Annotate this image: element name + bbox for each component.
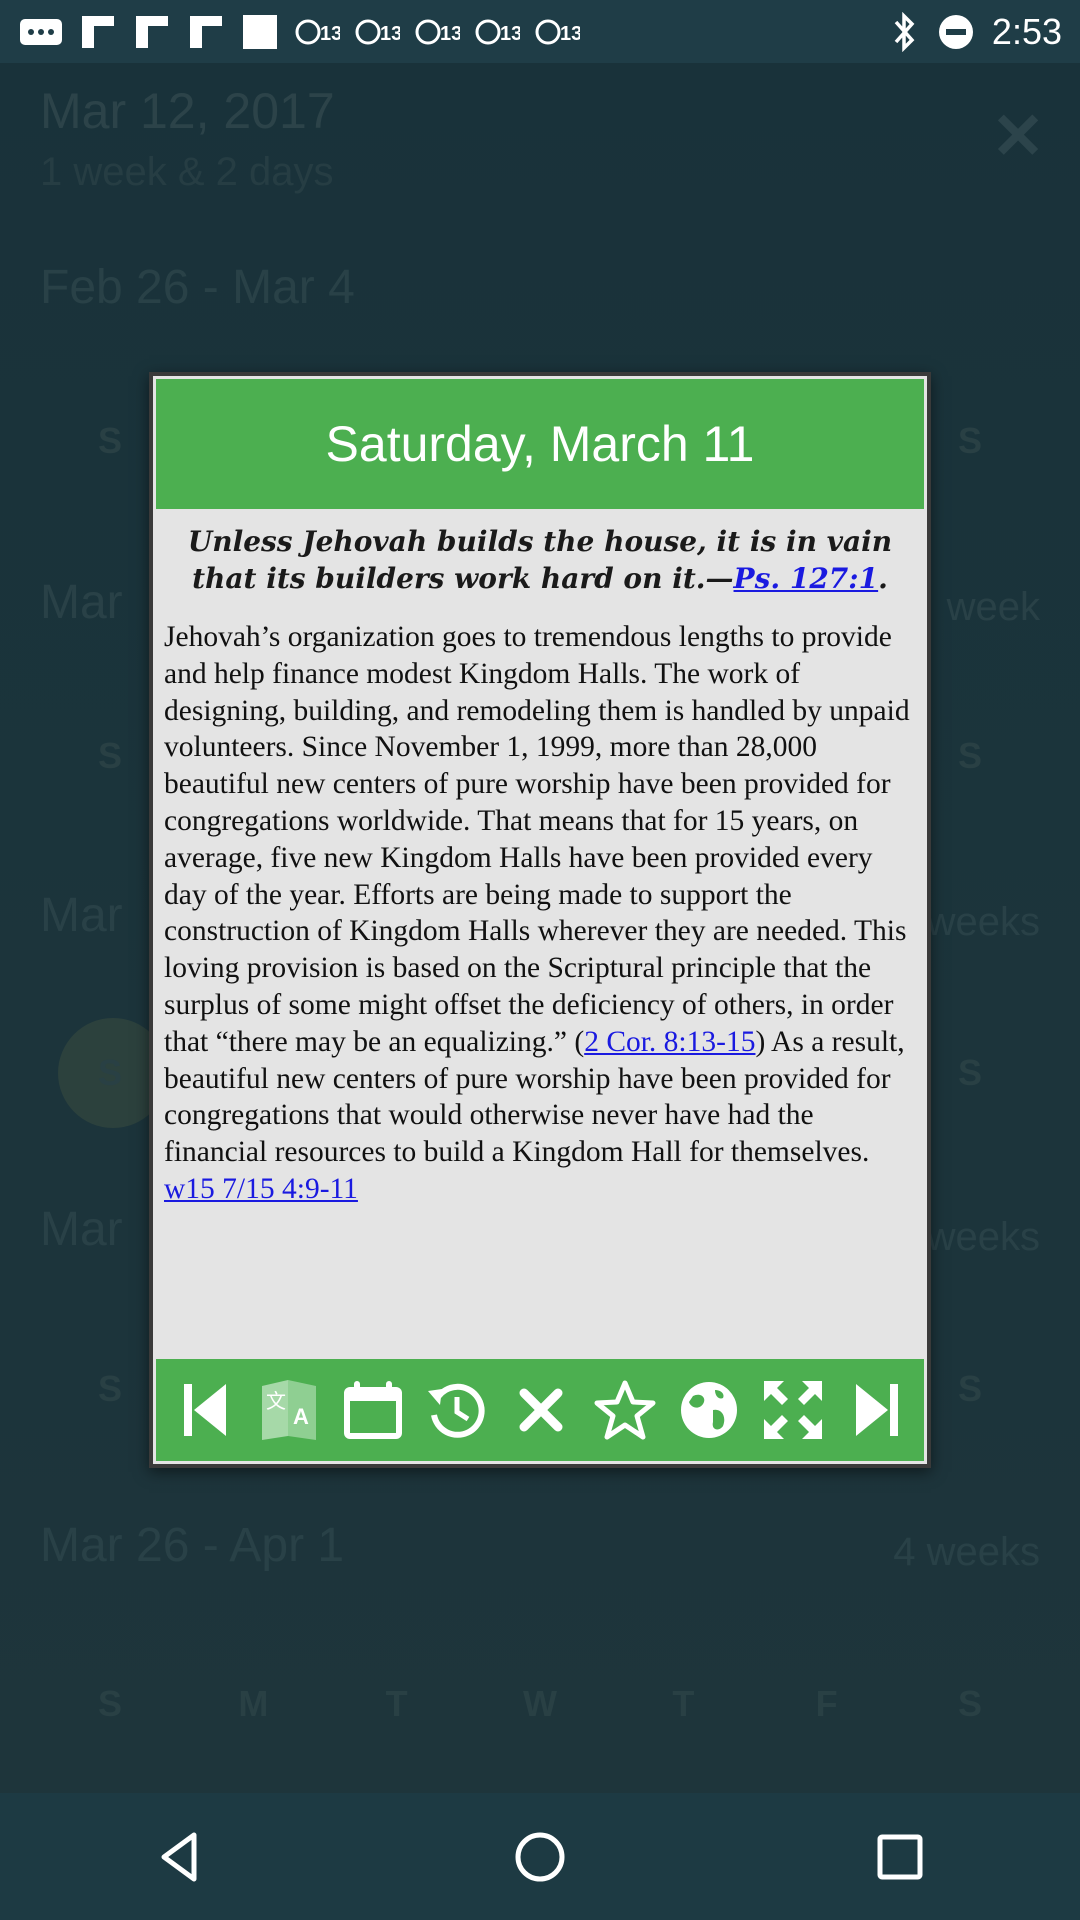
fullscreen-icon[interactable] xyxy=(760,1377,826,1443)
svg-text:A: A xyxy=(293,1404,309,1429)
flipboard-icon xyxy=(82,15,114,48)
abc13-icon: 13 xyxy=(415,19,460,45)
daily-text-dialog: Saturday, March 11 Unless Jehovah builds… xyxy=(149,372,931,1468)
skip-next-icon[interactable] xyxy=(844,1377,910,1443)
flipboard-icon xyxy=(190,15,222,48)
abc13-icon: 13 xyxy=(535,19,580,45)
navigation-bar xyxy=(0,1793,1080,1920)
commentary-text: Jehovah’s organization goes to tremendou… xyxy=(164,619,916,1208)
calendar-icon[interactable] xyxy=(340,1377,406,1443)
dialog-header: Saturday, March 11 xyxy=(156,379,924,509)
svg-text:13: 13 xyxy=(500,23,520,45)
history-icon[interactable] xyxy=(424,1377,490,1443)
theme-scripture-link[interactable]: Ps. 127:1 xyxy=(734,562,879,595)
minus-circle-icon xyxy=(938,14,973,49)
scripture-link[interactable]: 2 Cor. 8:13-15 xyxy=(584,1026,755,1058)
square-icon xyxy=(243,14,277,49)
svg-text:13: 13 xyxy=(560,23,580,45)
abc13-icon: 13 xyxy=(355,19,400,45)
commentary-part: Jehovah’s organization goes to tremendou… xyxy=(164,621,910,1058)
svg-text:13: 13 xyxy=(440,23,460,45)
chat-icon xyxy=(20,18,62,45)
theme-end: . xyxy=(878,562,888,595)
close-icon[interactable] xyxy=(508,1377,574,1443)
home-icon[interactable] xyxy=(480,1812,600,1902)
status-right: 2:53 xyxy=(890,11,1062,53)
star-icon[interactable] xyxy=(592,1377,658,1443)
notification-icons: 13 13 13 13 13 xyxy=(18,12,890,52)
skip-previous-icon[interactable] xyxy=(172,1377,238,1443)
clock: 2:53 xyxy=(991,10,1062,52)
dialog-toolbar: 文A xyxy=(156,1359,924,1461)
abc13-icon: 13 xyxy=(295,19,340,45)
source-reference-link[interactable]: w15 7/15 4:9-11 xyxy=(164,1173,358,1205)
theme-scripture: Unless Jehovah builds the house, it is i… xyxy=(164,523,916,597)
bluetooth-icon xyxy=(894,11,915,52)
dialog-body[interactable]: Unless Jehovah builds the house, it is i… xyxy=(156,509,924,1359)
back-icon[interactable] xyxy=(120,1812,240,1902)
svg-text:13: 13 xyxy=(320,23,340,45)
flipboard-icon xyxy=(136,15,168,48)
svg-text:文: 文 xyxy=(266,1389,286,1413)
recents-icon[interactable] xyxy=(840,1812,960,1902)
dialog-title: Saturday, March 11 xyxy=(325,416,755,472)
abc13-icon: 13 xyxy=(475,19,520,45)
svg-text:13: 13 xyxy=(380,23,400,45)
status-bar: 13 13 13 13 13 2:53 xyxy=(0,0,1080,63)
translate-icon[interactable]: 文A xyxy=(256,1377,322,1443)
globe-icon[interactable] xyxy=(676,1377,742,1443)
